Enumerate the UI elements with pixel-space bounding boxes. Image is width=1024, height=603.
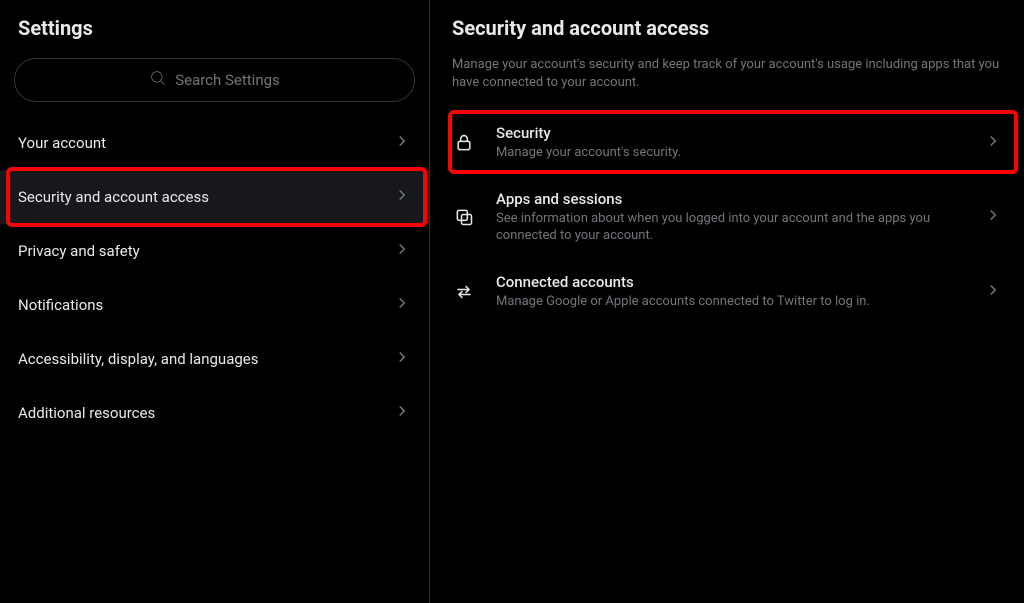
row-text: Security Manage your account's security. bbox=[496, 124, 964, 162]
row-security[interactable]: Security Manage your account's security. bbox=[430, 110, 1024, 176]
row-title: Security bbox=[496, 124, 964, 142]
apps-icon bbox=[452, 207, 476, 227]
search-icon bbox=[149, 69, 167, 91]
chevron-right-icon bbox=[393, 186, 411, 208]
row-apps-and-sessions[interactable]: Apps and sessions See information about … bbox=[430, 176, 1024, 259]
row-subtitle: Manage Google or Apple accounts connecte… bbox=[496, 293, 964, 311]
nav-list: Your account Security and account access… bbox=[0, 116, 429, 440]
lock-icon bbox=[452, 133, 476, 153]
row-subtitle: Manage your account's security. bbox=[496, 144, 964, 162]
row-text: Apps and sessions See information about … bbox=[496, 190, 964, 245]
chevron-right-icon bbox=[393, 402, 411, 424]
chevron-right-icon bbox=[393, 348, 411, 370]
sidebar-item-your-account[interactable]: Your account bbox=[0, 116, 429, 170]
swap-icon bbox=[452, 282, 476, 302]
search-input[interactable]: Search Settings bbox=[14, 58, 415, 102]
section-title: Security and account access bbox=[430, 0, 1024, 50]
sidebar-item-accessibility-display-languages[interactable]: Accessibility, display, and languages bbox=[0, 332, 429, 386]
chevron-right-icon bbox=[984, 132, 1002, 154]
settings-sidebar: Settings Search Settings Your account Se… bbox=[0, 0, 430, 603]
search-placeholder: Search Settings bbox=[175, 71, 280, 89]
row-text: Connected accounts Manage Google or Appl… bbox=[496, 273, 964, 311]
page-title: Settings bbox=[0, 0, 429, 58]
row-wrap-security: Security Manage your account's security. bbox=[430, 110, 1024, 176]
sidebar-item-notifications[interactable]: Notifications bbox=[0, 278, 429, 332]
chevron-right-icon bbox=[984, 281, 1002, 303]
main-panel: Security and account access Manage your … bbox=[430, 0, 1024, 603]
sidebar-item-label: Additional resources bbox=[18, 404, 155, 422]
sidebar-item-label: Your account bbox=[18, 134, 106, 152]
sidebar-item-additional-resources[interactable]: Additional resources bbox=[0, 386, 429, 440]
row-title: Apps and sessions bbox=[496, 190, 964, 208]
sidebar-item-label: Privacy and safety bbox=[18, 242, 140, 260]
row-subtitle: See information about when you logged in… bbox=[496, 210, 964, 245]
chevron-right-icon bbox=[393, 132, 411, 154]
chevron-right-icon bbox=[393, 294, 411, 316]
sidebar-item-label: Notifications bbox=[18, 296, 103, 314]
row-connected-accounts[interactable]: Connected accounts Manage Google or Appl… bbox=[430, 259, 1024, 325]
chevron-right-icon bbox=[984, 206, 1002, 228]
search-wrap: Search Settings bbox=[0, 58, 429, 116]
sidebar-item-security-and-account-access[interactable]: Security and account access bbox=[0, 170, 429, 224]
chevron-right-icon bbox=[393, 240, 411, 262]
sidebar-item-label: Accessibility, display, and languages bbox=[18, 350, 258, 368]
row-title: Connected accounts bbox=[496, 273, 964, 291]
section-description: Manage your account's security and keep … bbox=[430, 50, 1024, 110]
sidebar-item-label: Security and account access bbox=[18, 188, 209, 206]
sidebar-item-privacy-and-safety[interactable]: Privacy and safety bbox=[0, 224, 429, 278]
